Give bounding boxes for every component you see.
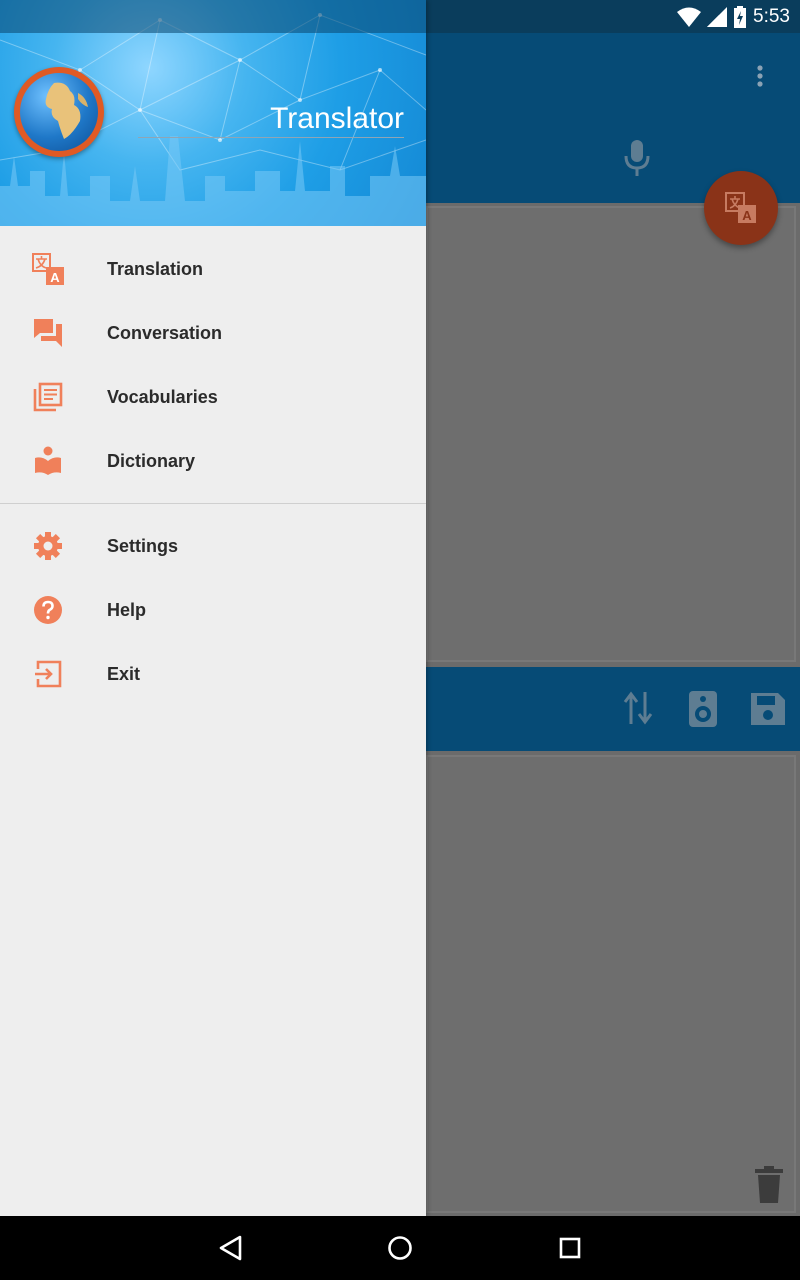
trash-icon[interactable] [754, 1166, 784, 1204]
menu-item-vocabularies[interactable]: Vocabularies [0, 365, 426, 429]
status-time: 5:53 [753, 6, 790, 27]
back-icon[interactable] [215, 1232, 247, 1264]
wifi-icon [677, 7, 702, 27]
navigation-drawer: Translator A Translation Conversation Vo… [0, 0, 426, 1216]
save-icon[interactable] [750, 692, 786, 726]
exit-icon [31, 657, 65, 691]
menu-item-settings[interactable]: Settings [0, 514, 426, 578]
drawer-header: Translator [0, 0, 426, 226]
menu-item-translation[interactable]: A Translation [0, 237, 426, 301]
source-text-panel[interactable] [426, 206, 796, 662]
app-logo-globe [14, 67, 104, 157]
svg-text:A: A [50, 270, 60, 285]
signal-icon [707, 7, 728, 27]
help-icon [31, 593, 65, 627]
gear-icon [31, 529, 65, 563]
drawer-title: Translator [270, 102, 404, 135]
title-underline [138, 137, 404, 138]
microphone-icon[interactable] [620, 138, 654, 178]
system-navigation-bar [0, 1216, 800, 1280]
library-icon [31, 380, 65, 414]
battery-icon [734, 6, 747, 28]
menu-label-dictionary: Dictionary [107, 450, 196, 471]
menu-label-translation: Translation [107, 258, 204, 279]
chat-icon [31, 316, 65, 350]
translate-fab[interactable]: A [704, 171, 778, 245]
menu-item-help[interactable]: Help [0, 578, 426, 642]
recents-icon[interactable] [554, 1232, 586, 1264]
menu-label-settings: Settings [107, 535, 179, 556]
svg-text:A: A [742, 208, 752, 223]
home-icon[interactable] [384, 1232, 416, 1264]
menu-label-exit: Exit [107, 663, 141, 684]
translated-text-panel[interactable] [426, 755, 796, 1213]
header-status-overlay [0, 0, 426, 33]
menu-label-help: Help [107, 599, 147, 620]
translate-icon: A [725, 192, 756, 223]
globe-icon [45, 82, 88, 139]
menu-item-conversation[interactable]: Conversation [0, 301, 426, 365]
speaker-icon[interactable] [688, 690, 718, 728]
menu-label-conversation: Conversation [107, 322, 223, 343]
menu-item-dictionary[interactable]: Dictionary [0, 429, 426, 493]
overflow-menu-icon[interactable] [750, 62, 770, 90]
menu-label-vocabularies: Vocabularies [107, 386, 218, 407]
menu-divider [0, 503, 426, 504]
swap-languages-icon[interactable] [622, 690, 654, 726]
translate-icon: A [31, 252, 65, 286]
menu-item-exit[interactable]: Exit [0, 642, 426, 706]
book-icon [31, 444, 65, 478]
